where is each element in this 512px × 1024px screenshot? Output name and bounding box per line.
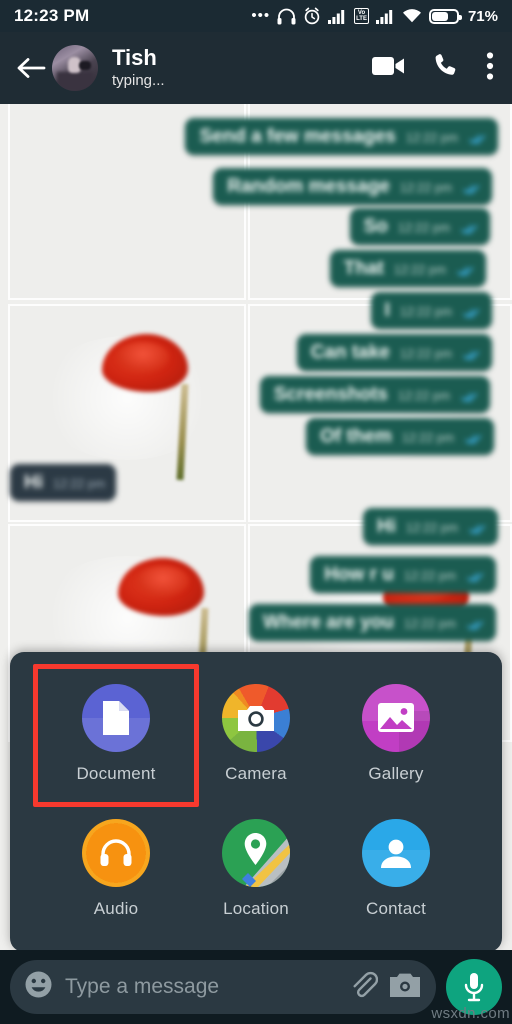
attach-option-contact[interactable]: Contact [326,801,466,936]
message-text: I [384,300,390,321]
message-text: So [363,216,388,237]
message-time: 12:22 pm [53,477,106,491]
read-receipt-icon [467,573,484,582]
back-arrow-icon[interactable] [14,51,48,85]
document-icon [82,683,150,752]
read-receipt-icon [469,525,486,534]
signal-icon [375,10,393,24]
message-text: Of them [320,426,392,447]
video-call-icon[interactable] [372,54,406,83]
message-text: Screenshots [273,384,388,405]
message-time: 12:22 pm [397,389,450,403]
message-bubble[interactable]: Screenshots 12:22 pm [259,376,490,413]
attach-option-label: Gallery [368,763,424,783]
audio-icon [82,818,150,887]
read-receipt-icon [461,225,478,234]
attach-option-audio[interactable]: Audio [46,801,186,936]
read-receipt-icon [467,621,484,630]
message-text: Where are you [262,612,394,633]
message-time: 12:22 pm [399,347,452,361]
site-watermark: wsxdn.com [431,1005,510,1022]
contact-name: Tish [112,44,157,70]
message-input-placeholder[interactable]: Type a message [65,975,336,999]
signal-icon [328,10,345,24]
message-time: 12:22 pm [397,221,450,235]
read-receipt-icon [463,185,480,194]
attach-option-label: Audio [93,898,139,918]
attach-paperclip-icon[interactable] [348,970,379,1005]
message-bubble[interactable]: I 12:22 pm [370,292,492,329]
read-receipt-icon [465,435,482,444]
attach-option-camera[interactable]: Camera [186,666,326,801]
wifi-icon [402,9,421,23]
read-receipt-icon [461,393,478,402]
message-time: 12:22 pm [405,521,458,535]
overflow-menu-icon[interactable] [486,51,494,86]
chat-header-titles[interactable]: Tish typing... [112,44,165,91]
message-input-field[interactable]: Type a message [10,960,436,1014]
battery-percent: 71% [467,7,498,25]
attach-option-gallery[interactable]: Gallery [326,666,466,801]
message-bubble[interactable]: Hi 12:22 pm [10,464,117,501]
message-bubble[interactable]: Of them 12:22 pm [306,418,494,455]
avatar[interactable] [52,45,98,91]
message-text: Random message [227,176,390,197]
message-bubble[interactable]: Random message 12:22 pm [213,168,492,205]
attachment-panel: Document Camera Gallery Audio Location C… [10,652,502,952]
message-time: 12:22 pm [399,181,452,195]
read-receipt-icon [463,351,480,360]
headphones-icon [277,8,296,24]
attach-option-label: Document [76,763,156,783]
status-bar-clock: 12:23 PM [14,6,90,25]
status-bar: 12:23 PM ••• Vo LTE 71% [0,0,512,32]
message-bubble[interactable]: So 12:22 pm [349,208,490,245]
more-dots-icon: ••• [251,7,271,24]
contact-icon [362,818,430,887]
message-text: How r u [324,564,394,585]
alarm-icon [304,7,320,25]
message-text: Hi [24,472,43,493]
message-bubble[interactable]: How r u 12:22 pm [310,556,496,593]
message-bubble[interactable]: Can take 12:22 pm [296,334,492,371]
message-time: 12:22 pm [401,431,454,445]
message-time: 12:22 pm [403,617,456,631]
whatsapp-chat-screen: 12:23 PM ••• Vo LTE 71% Tish typing... S… [0,0,512,1024]
message-bubble[interactable]: Hi 12:22 pm [362,508,498,545]
message-bubble[interactable]: Send a few messages 12:22 pm [185,118,498,155]
location-icon [222,818,290,887]
message-text: That [343,258,384,279]
app-bar: Tish typing... [0,32,512,104]
presence-status: typing... [112,71,165,89]
read-receipt-icon [457,267,474,276]
attach-option-location[interactable]: Location [186,801,326,936]
message-text: Send a few messages [199,126,396,147]
message-time: 12:22 pm [405,131,458,145]
attach-option-label: Location [223,898,289,918]
message-time: 12:22 pm [403,569,456,583]
camera-icon[interactable] [390,972,420,1003]
voice-call-icon[interactable] [432,52,460,85]
message-time: 12:22 pm [393,263,446,277]
attach-option-label: Camera [225,763,287,783]
read-receipt-icon [463,309,480,318]
message-bubble[interactable]: Where are you 12:22 pm [248,604,496,641]
volte-icon: Vo LTE [354,8,369,24]
gallery-icon [362,683,430,752]
camera-icon [222,683,290,752]
message-text: Can take [310,342,390,363]
read-receipt-icon [469,135,486,144]
message-time: 12:22 pm [399,305,452,319]
attach-option-label: Contact [366,898,426,918]
attach-option-document[interactable]: Document [33,664,199,807]
message-text: Hi [376,516,396,537]
battery-icon [428,8,462,24]
emoji-icon[interactable] [24,970,53,1004]
message-bubble[interactable]: That 12:22 pm [329,250,486,287]
